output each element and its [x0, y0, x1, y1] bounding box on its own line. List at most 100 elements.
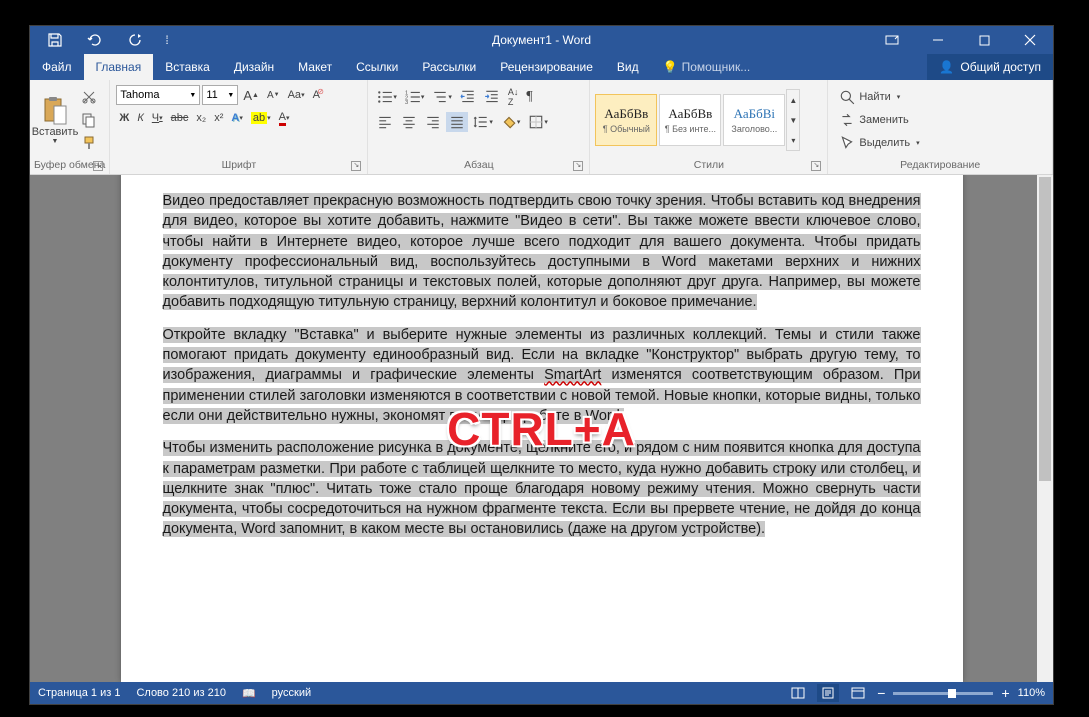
status-proofing-icon[interactable]: 📖: [242, 687, 256, 700]
show-marks-button[interactable]: ¶: [523, 87, 535, 107]
brush-icon: [81, 135, 97, 151]
italic-button[interactable]: К: [134, 108, 146, 128]
zoom-level[interactable]: 110%: [1018, 687, 1045, 699]
copy-button[interactable]: [78, 110, 100, 130]
styles-expand[interactable]: ▾: [787, 130, 799, 150]
clear-formatting-button[interactable]: A⊘: [310, 85, 323, 105]
ribbon: Вставить ▼ Буфер обмена↘ Tahoma▼ 11▼ A▲ …: [30, 80, 1053, 175]
paste-button[interactable]: Вставить ▼: [34, 83, 76, 157]
numbering-button[interactable]: 123▾: [402, 87, 428, 107]
tab-review[interactable]: Рецензирование: [488, 54, 605, 80]
zoom-slider[interactable]: [893, 692, 993, 695]
font-dialog-launcher[interactable]: ↘: [351, 161, 361, 171]
tab-mailings[interactable]: Рассылки: [410, 54, 488, 80]
align-right-button[interactable]: [422, 112, 444, 132]
view-web-layout[interactable]: [847, 684, 869, 702]
grow-font-button[interactable]: A▲: [240, 85, 262, 105]
bold-button[interactable]: Ж: [116, 108, 132, 128]
tab-design[interactable]: Дизайн: [222, 54, 286, 80]
text-effects-button[interactable]: A▾: [228, 108, 245, 128]
group-paragraph: ▾ 123▾ ▾ A↓Z ¶ ▾ ▾ ▾ Абз: [368, 80, 590, 174]
paragraph-dialog-launcher[interactable]: ↘: [573, 161, 583, 171]
superscript-button[interactable]: x²: [211, 108, 226, 128]
cursor-icon: [839, 135, 855, 151]
font-name-combo[interactable]: Tahoma▼: [116, 85, 200, 105]
underline-button[interactable]: Ч▾: [149, 108, 166, 128]
view-read-mode[interactable]: [787, 684, 809, 702]
title-bar: ⁞ Документ1 - Word: [30, 26, 1053, 54]
shrink-font-button[interactable]: A▼: [264, 85, 283, 105]
group-clipboard: Вставить ▼ Буфер обмена↘: [30, 80, 110, 174]
undo-button[interactable]: [80, 26, 110, 54]
find-button[interactable]: Найти▾: [836, 87, 1044, 107]
bullets-button[interactable]: ▾: [374, 87, 400, 107]
word-window: ⁞ Документ1 - Word Файл Главная Вставка …: [30, 26, 1053, 704]
copy-icon: [81, 112, 97, 128]
borders-button[interactable]: ▾: [525, 112, 551, 132]
select-button[interactable]: Выделить▾: [836, 133, 1044, 153]
tab-references[interactable]: Ссылки: [344, 54, 410, 80]
tab-file[interactable]: Файл: [30, 54, 84, 80]
font-size-combo[interactable]: 11▼: [202, 85, 238, 105]
tell-me[interactable]: 💡Помощник...: [651, 54, 763, 80]
status-language[interactable]: русский: [272, 687, 311, 699]
group-styles: АаБбВв¶ Обычный АаБбВв¶ Без инте... АаБб…: [590, 80, 828, 174]
style-no-spacing[interactable]: АаБбВв¶ Без инте...: [659, 94, 721, 146]
paragraph-2[interactable]: Откройте вкладку "Вставка" и выберите ну…: [163, 325, 921, 426]
zoom-out-button[interactable]: −: [877, 685, 885, 701]
save-button[interactable]: [40, 26, 70, 54]
align-center-button[interactable]: [398, 112, 420, 132]
qat-customize[interactable]: ⁞: [160, 26, 174, 54]
tab-insert[interactable]: Вставка: [153, 54, 222, 80]
paragraph-3[interactable]: Чтобы изменить расположение рисунка в до…: [163, 438, 921, 539]
highlight-button[interactable]: ab▾: [248, 108, 274, 128]
tab-layout[interactable]: Макет: [286, 54, 344, 80]
share-icon: 👤: [939, 60, 954, 74]
document-area: Видео предоставляет прекрасную возможнос…: [30, 175, 1053, 682]
replace-button[interactable]: Заменить: [836, 110, 1044, 130]
strikethrough-button[interactable]: abc: [168, 108, 192, 128]
style-normal[interactable]: АаБбВв¶ Обычный: [595, 94, 657, 146]
status-page[interactable]: Страница 1 из 1: [38, 687, 120, 699]
sort-button[interactable]: A↓Z: [505, 85, 522, 109]
minimize-button[interactable]: [915, 26, 961, 54]
decrease-indent-button[interactable]: [457, 87, 479, 107]
styles-down[interactable]: ▼: [787, 110, 799, 130]
change-case-button[interactable]: Aa▾: [285, 85, 308, 105]
tab-home[interactable]: Главная: [84, 54, 154, 80]
svg-text:3: 3: [405, 100, 408, 105]
styles-up[interactable]: ▲: [787, 90, 799, 110]
share-button[interactable]: 👤Общий доступ: [927, 54, 1053, 80]
lightbulb-icon: 💡: [663, 60, 678, 74]
document-title: Документ1 - Word: [492, 33, 591, 47]
ribbon-display-button[interactable]: [869, 26, 915, 54]
multilevel-list-button[interactable]: ▾: [429, 87, 455, 107]
style-heading1[interactable]: АаБбВіЗаголово...: [723, 94, 785, 146]
clipboard-dialog-launcher[interactable]: ↘: [93, 161, 103, 171]
close-button[interactable]: [1007, 26, 1053, 54]
vertical-scrollbar[interactable]: [1037, 175, 1053, 682]
clipboard-icon: [42, 96, 68, 126]
paragraph-1[interactable]: Видео предоставляет прекрасную возможнос…: [163, 191, 921, 313]
increase-indent-button[interactable]: [481, 87, 503, 107]
font-color-button[interactable]: A▾: [276, 108, 293, 128]
page[interactable]: Видео предоставляет прекрасную возможнос…: [121, 175, 963, 682]
zoom-in-button[interactable]: +: [1001, 685, 1009, 701]
status-bar: Страница 1 из 1 Слово 210 из 210 📖 русск…: [30, 682, 1053, 704]
align-left-button[interactable]: [374, 112, 396, 132]
scissors-icon: [81, 89, 97, 105]
styles-dialog-launcher[interactable]: ↘: [811, 161, 821, 171]
view-print-layout[interactable]: [817, 684, 839, 702]
subscript-button[interactable]: x₂: [193, 108, 209, 128]
line-spacing-button[interactable]: ▾: [470, 112, 496, 132]
format-painter-button[interactable]: [78, 133, 100, 153]
redo-button[interactable]: [120, 26, 150, 54]
tab-view[interactable]: Вид: [605, 54, 651, 80]
justify-button[interactable]: [446, 112, 468, 132]
group-editing: Найти▾ Заменить Выделить▾ Редактирование: [828, 80, 1053, 174]
cut-button[interactable]: [78, 87, 100, 107]
maximize-button[interactable]: [961, 26, 1007, 54]
status-words[interactable]: Слово 210 из 210: [136, 687, 226, 699]
shading-button[interactable]: ▾: [498, 112, 524, 132]
bucket-icon: [501, 114, 517, 130]
